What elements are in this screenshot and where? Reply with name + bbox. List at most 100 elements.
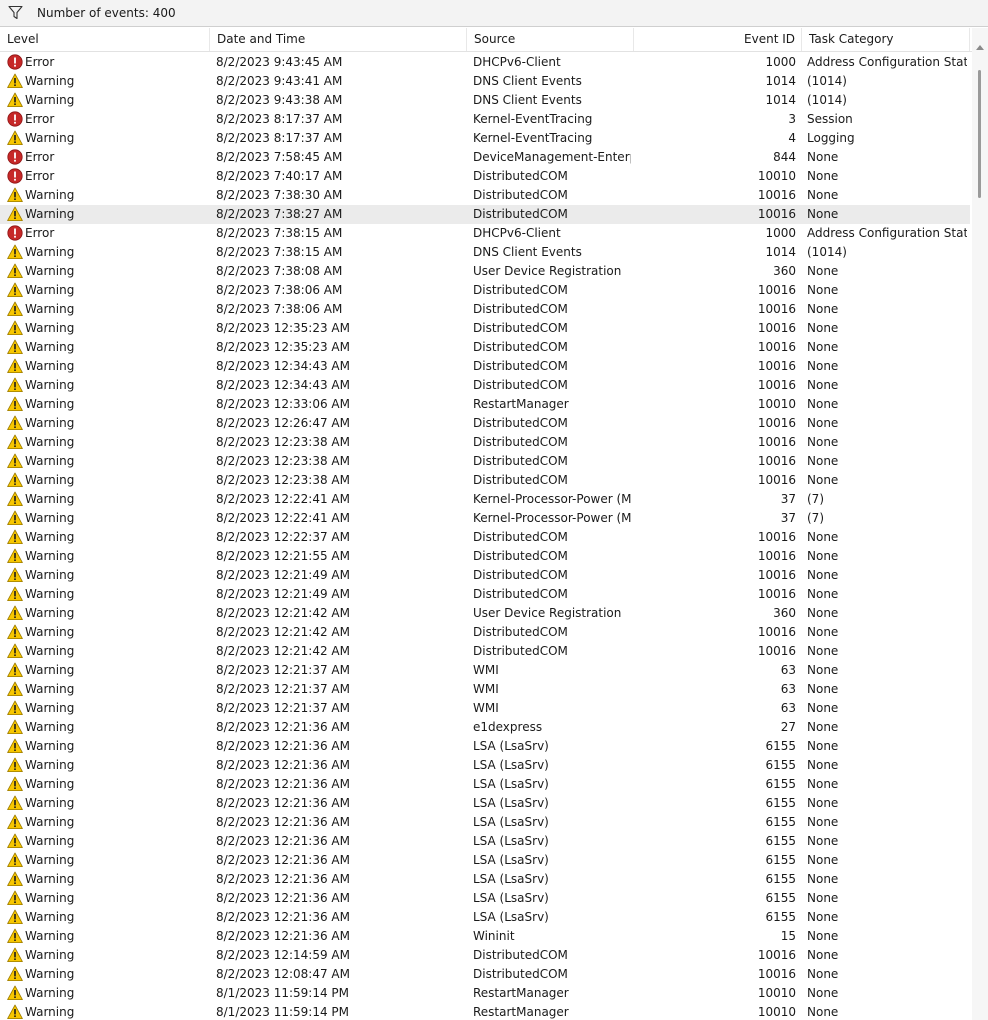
cell-source: DistributedCOM — [473, 321, 568, 335]
cell-level: Error — [6, 53, 206, 72]
table-row[interactable]: Warning 8/2/2023 12:14:59 AM DistributedCO… — [0, 946, 970, 965]
table-row[interactable]: Warning 8/2/2023 12:21:42 AM DistributedCO… — [0, 623, 970, 642]
table-row[interactable]: Warning 8/2/2023 12:21:49 AM DistributedCO… — [0, 585, 970, 604]
scrollbar-thumb[interactable] — [978, 70, 981, 198]
table-row[interactable]: Warning 8/2/2023 7:38:27 AM DistributedCOM… — [0, 205, 970, 224]
cell-level: Warning — [6, 737, 206, 756]
table-row[interactable]: Warning 8/2/2023 7:38:30 AM DistributedCOM… — [0, 186, 970, 205]
warning-icon — [7, 320, 23, 336]
table-row[interactable]: Warning 8/2/2023 12:23:38 AM DistributedCO… — [0, 433, 970, 452]
cell-source: WMI — [473, 663, 499, 677]
cell-source: Wininit — [473, 929, 515, 943]
level-text: Warning — [25, 758, 75, 772]
cell-source: DistributedCOM — [473, 948, 568, 962]
cell-level: Warning — [6, 243, 206, 262]
cell-task-category: None — [807, 663, 839, 677]
column-header-event-id[interactable]: Event ID — [634, 28, 802, 51]
table-row[interactable]: Warning 8/2/2023 12:21:36 AM LSA (LsaSrv) 6… — [0, 851, 970, 870]
table-row[interactable]: Error 8/2/2023 7:58:45 AM DeviceManagement… — [0, 148, 970, 167]
level-text: Warning — [25, 378, 75, 392]
level-text: Warning — [25, 454, 75, 468]
warning-icon — [7, 719, 23, 735]
table-row[interactable]: Warning 8/2/2023 12:21:36 AM LSA (LsaSrv) 6… — [0, 870, 970, 889]
level-text: Warning — [25, 245, 75, 259]
cell-task-category: None — [807, 777, 839, 791]
cell-date-time: 8/2/2023 12:21:36 AM — [216, 777, 350, 791]
table-row[interactable]: Warning 8/2/2023 12:21:42 AM DistributedCO… — [0, 642, 970, 661]
table-row[interactable]: Warning 8/2/2023 12:35:23 AM DistributedCO… — [0, 319, 970, 338]
table-row[interactable]: Warning 8/2/2023 12:22:41 AM Kernel-Proces… — [0, 490, 970, 509]
table-row[interactable]: Warning 8/2/2023 12:22:41 AM Kernel-Proces… — [0, 509, 970, 528]
table-row[interactable]: Warning 8/2/2023 12:21:37 AM WMI 63 None — [0, 680, 970, 699]
table-row[interactable]: Warning 8/2/2023 12:21:36 AM LSA (LsaSrv) 6… — [0, 889, 970, 908]
cell-task-category: None — [807, 739, 839, 753]
table-row[interactable]: Warning 8/2/2023 12:34:43 AM DistributedCO… — [0, 376, 970, 395]
table-row[interactable]: Warning 8/2/2023 12:21:37 AM WMI 63 None — [0, 699, 970, 718]
table-row[interactable]: Warning 8/2/2023 12:35:23 AM DistributedCO… — [0, 338, 970, 357]
table-row[interactable]: Warning 8/2/2023 9:43:38 AM DNS Client Eve… — [0, 91, 970, 110]
table-row[interactable]: Warning 8/2/2023 12:21:36 AM LSA (LsaSrv) 6… — [0, 756, 970, 775]
table-row[interactable]: Warning 8/2/2023 12:26:47 AM DistributedCO… — [0, 414, 970, 433]
error-icon — [7, 111, 23, 127]
table-row[interactable]: Warning 8/2/2023 7:38:15 AM DNS Client Eve… — [0, 243, 970, 262]
level-text: Warning — [25, 853, 75, 867]
cell-level: Warning — [6, 680, 206, 699]
table-row[interactable]: Warning 8/2/2023 12:21:49 AM DistributedCO… — [0, 566, 970, 585]
column-header-date-time[interactable]: Date and Time — [210, 28, 467, 51]
table-row[interactable]: Warning 8/2/2023 12:33:06 AM RestartManage… — [0, 395, 970, 414]
table-row[interactable]: Warning 8/2/2023 12:21:36 AM LSA (LsaSrv) 6… — [0, 813, 970, 832]
table-row[interactable]: Warning 8/2/2023 12:23:38 AM DistributedCO… — [0, 471, 970, 490]
table-row[interactable]: Warning 8/2/2023 12:21:36 AM LSA (LsaSrv) 6… — [0, 737, 970, 756]
table-row[interactable]: Warning 8/2/2023 12:21:36 AM LSA (LsaSrv) 6… — [0, 908, 970, 927]
table-row[interactable]: Warning 8/2/2023 7:38:06 AM DistributedCOM… — [0, 281, 970, 300]
table-row[interactable]: Warning 8/1/2023 11:59:14 PM RestartManage… — [0, 984, 970, 1003]
column-header-source[interactable]: Source — [467, 28, 634, 51]
table-row[interactable]: Warning 8/2/2023 12:21:36 AM Wininit 15 None — [0, 927, 970, 946]
cell-event-id: 6155 — [765, 777, 796, 791]
cell-source: DistributedCOM — [473, 188, 568, 202]
table-row[interactable]: Error 8/2/2023 7:40:17 AM DistributedCOM 10… — [0, 167, 970, 186]
cell-level: Error — [6, 110, 206, 129]
table-row[interactable]: Warning 8/2/2023 12:21:36 AM LSA (LsaSrv) 6… — [0, 832, 970, 851]
warning-icon — [7, 1004, 23, 1020]
table-row[interactable]: Warning 8/2/2023 12:22:37 AM DistributedCO… — [0, 528, 970, 547]
cell-source: DeviceManagement-Enterp… — [473, 150, 631, 164]
column-header-level[interactable]: Level — [0, 28, 210, 51]
filter-funnel-icon[interactable] — [8, 5, 23, 20]
cell-date-time: 8/2/2023 12:21:37 AM — [216, 701, 350, 715]
table-row[interactable]: Warning 8/2/2023 12:34:43 AM DistributedCO… — [0, 357, 970, 376]
table-row[interactable]: Warning 8/2/2023 9:43:41 AM DNS Client Eve… — [0, 72, 970, 91]
scroll-up-arrow-icon[interactable] — [976, 45, 984, 50]
cell-source: DHCPv6-Client — [473, 226, 561, 240]
level-text: Warning — [25, 188, 75, 202]
table-row[interactable]: Warning 8/2/2023 12:21:36 AM LSA (LsaSrv) 6… — [0, 794, 970, 813]
table-row[interactable]: Warning 8/2/2023 12:21:55 AM DistributedCO… — [0, 547, 970, 566]
table-row[interactable]: Warning 8/2/2023 12:21:42 AM User Device R… — [0, 604, 970, 623]
cell-date-time: 8/2/2023 9:43:38 AM — [216, 93, 343, 107]
level-text: Warning — [25, 1005, 75, 1019]
table-row[interactable]: Error 8/2/2023 8:17:37 AM Kernel-EventTrac… — [0, 110, 970, 129]
warning-icon — [7, 529, 23, 545]
cell-level: Warning — [6, 965, 206, 984]
table-row[interactable]: Warning 8/2/2023 12:08:47 AM DistributedCO… — [0, 965, 970, 984]
table-row[interactable]: Warning 8/2/2023 12:21:36 AM LSA (LsaSrv) 6… — [0, 775, 970, 794]
table-row[interactable]: Warning 8/2/2023 12:21:36 AM e1dexpress 27 N… — [0, 718, 970, 737]
cell-event-id: 10016 — [757, 207, 796, 221]
table-row[interactable]: Warning 8/2/2023 12:21:37 AM WMI 63 None — [0, 661, 970, 680]
level-text: Warning — [25, 321, 75, 335]
vertical-scrollbar[interactable] — [972, 28, 988, 1020]
level-text: Warning — [25, 283, 75, 297]
table-row[interactable]: Error 8/2/2023 9:43:45 AM DHCPv6-Client 100… — [0, 53, 970, 72]
cell-event-id: 6155 — [765, 739, 796, 753]
table-row[interactable]: Error 8/2/2023 7:38:15 AM DHCPv6-Client 100… — [0, 224, 970, 243]
table-row[interactable]: Warning 8/2/2023 12:23:38 AM DistributedCO… — [0, 452, 970, 471]
table-row[interactable]: Warning 8/2/2023 7:38:06 AM DistributedCOM… — [0, 300, 970, 319]
table-row[interactable]: Warning 8/2/2023 7:38:08 AM User Device Re… — [0, 262, 970, 281]
table-row[interactable]: Warning 8/2/2023 8:17:37 AM Kernel-EventTr… — [0, 129, 970, 148]
cell-source: LSA (LsaSrv) — [473, 910, 549, 924]
cell-date-time: 8/2/2023 8:17:37 AM — [216, 131, 343, 145]
cell-level: Warning — [6, 585, 206, 604]
table-row[interactable]: Warning 8/1/2023 11:59:14 PM RestartManage… — [0, 1003, 970, 1020]
cell-task-category: None — [807, 397, 839, 411]
column-header-task-category[interactable]: Task Category — [802, 28, 970, 51]
